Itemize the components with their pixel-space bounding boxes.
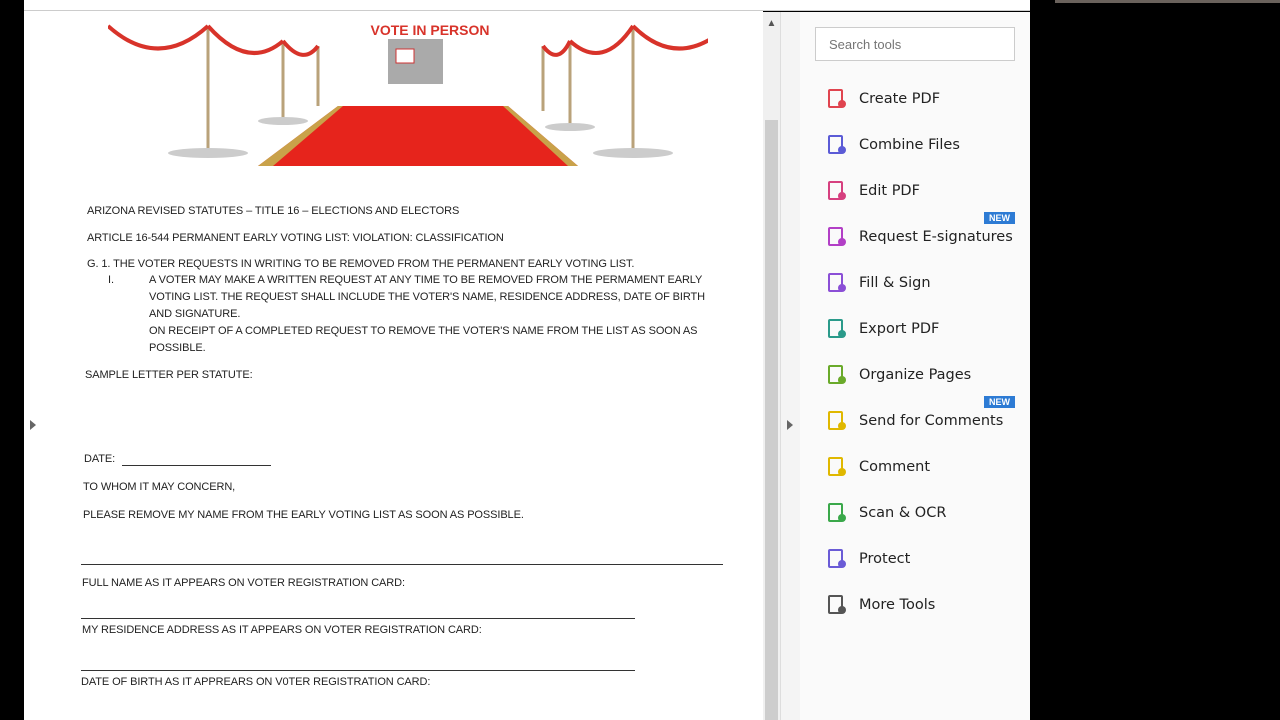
tool-organize-pages[interactable]: Organize Pages <box>825 360 1025 390</box>
tool-label: Create PDF <box>859 91 941 107</box>
address-line <box>81 618 635 619</box>
collapse-tools-panel-arrow[interactable] <box>787 420 793 430</box>
left-edge <box>0 0 24 720</box>
tool-edit-pdf[interactable]: Edit PDF <box>825 176 1025 206</box>
date-label: DATE: <box>84 453 116 465</box>
more-tools-icon <box>825 593 849 617</box>
date-line <box>122 465 271 466</box>
full-name-line <box>81 564 723 565</box>
item-line: ON RECEIPT OF A COMPLETED REQUEST TO REM… <box>149 325 698 337</box>
comment-icon <box>825 455 849 479</box>
dob-line <box>81 670 635 671</box>
panel-divider <box>780 12 800 720</box>
clause-g1: G. 1. THE VOTER REQUESTS IN WRITING TO B… <box>87 258 635 270</box>
tool-label: Comment <box>859 459 931 475</box>
scrollbar-thumb[interactable] <box>765 120 778 720</box>
tools-panel: Create PDF Combine Files Edit PDF Request E… <box>800 12 1030 720</box>
new-badge: NEW <box>984 396 1015 408</box>
tool-label: Scan & OCR <box>859 505 947 521</box>
tool-protect[interactable]: Protect <box>825 544 1025 574</box>
tool-export-pdf[interactable]: Export PDF <box>825 314 1025 344</box>
tool-send-for-comments[interactable]: Send for Comments <box>825 406 1025 436</box>
tool-label: Send for Comments <box>859 413 1004 429</box>
tool-label: Combine Files <box>859 137 960 153</box>
tool-create-pdf[interactable]: Create PDF <box>825 84 1025 114</box>
vote-in-person-image: VOTE IN PERSON <box>108 22 708 166</box>
dob-label: DATE OF BIRTH AS IT APPREARS ON V0TER RE… <box>81 676 431 688</box>
image-caption: VOTE IN PERSON <box>370 22 489 38</box>
request-esign-icon <box>825 225 849 249</box>
request-text: PLEASE REMOVE MY NAME FROM THE EARLY VOT… <box>83 509 524 521</box>
address-label: MY RESIDENCE ADDRESS AS IT APPEARS ON VO… <box>82 624 482 636</box>
new-badge: NEW <box>984 212 1015 224</box>
top-toolbar-edge <box>24 0 1030 11</box>
greeting: TO WHOM IT MAY CONCERN, <box>83 481 236 493</box>
edit-pdf-icon <box>825 179 849 203</box>
organize-pages-icon <box>825 363 849 387</box>
tool-label: Protect <box>859 551 911 567</box>
tool-more-tools[interactable]: More Tools <box>825 590 1025 620</box>
vertical-scrollbar[interactable]: ▲ <box>763 12 780 720</box>
search-tools-input[interactable] <box>815 27 1015 61</box>
item-line: VOTING LIST. THE REQUEST SHALL INCLUDE T… <box>149 291 705 303</box>
tool-scan-ocr[interactable]: Scan & OCR <box>825 498 1025 528</box>
tool-label: Organize Pages <box>859 367 972 383</box>
scroll-up-icon[interactable]: ▲ <box>763 18 780 32</box>
item-line: AND SIGNATURE. <box>149 308 241 320</box>
sample-letter-label: SAMPLE LETTER PER STATUTE: <box>85 369 253 381</box>
export-pdf-icon <box>825 317 849 341</box>
tool-label: More Tools <box>859 597 936 613</box>
tool-label: Request E-signatures <box>859 229 1013 245</box>
heading-article: ARTICLE 16-544 PERMANENT EARLY VOTING LI… <box>87 232 504 244</box>
heading-statutes: ARIZONA REVISED STATUTES – TITLE 16 – EL… <box>87 205 460 217</box>
item-line: A VOTER MAY MAKE A WRITTEN REQUEST AT AN… <box>149 274 703 286</box>
tool-label: Edit PDF <box>859 183 920 199</box>
tool-fill-sign[interactable]: Fill & Sign <box>825 268 1025 298</box>
tool-label: Fill & Sign <box>859 275 931 291</box>
tool-request-e-signatures[interactable]: Request E-signatures <box>825 222 1025 252</box>
item-marker: I. <box>108 274 114 286</box>
tool-label: Export PDF <box>859 321 940 337</box>
protect-icon <box>825 547 849 571</box>
combine-files-icon <box>825 133 849 157</box>
item-line: POSSIBLE. <box>149 342 206 354</box>
collapse-left-panel-arrow[interactable] <box>30 420 36 430</box>
fill-sign-icon <box>825 271 849 295</box>
webcam-overlay <box>1055 0 1280 3</box>
document-viewer[interactable]: VOTE IN PERSON ARIZONA REVISED STATUTES … <box>24 0 763 720</box>
tool-comment[interactable]: Comment <box>825 452 1025 482</box>
send-comments-icon <box>825 409 849 433</box>
create-pdf-icon <box>825 87 849 111</box>
full-name-label: FULL NAME AS IT APPEARS ON VOTER REGISTR… <box>82 577 405 589</box>
scan-ocr-icon <box>825 501 849 525</box>
tool-combine-files[interactable]: Combine Files <box>825 130 1025 160</box>
